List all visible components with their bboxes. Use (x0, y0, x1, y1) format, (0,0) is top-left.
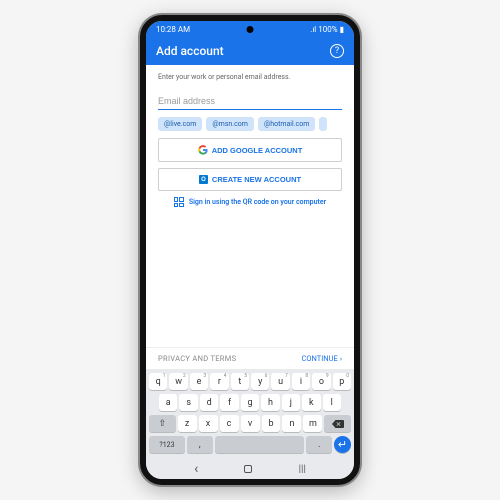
key-w[interactable]: w2 (169, 373, 187, 390)
shift-key[interactable]: ⇧ (149, 415, 176, 432)
keyboard-row-4: ?123 , . ↵ (149, 436, 351, 453)
key-y[interactable]: y6 (251, 373, 269, 390)
domain-chips: @live.com @msn.com @hotmail.com (158, 117, 342, 131)
status-time: 10:28 AM (156, 25, 190, 34)
key-h[interactable]: h (261, 394, 279, 411)
camera-hole (247, 26, 254, 33)
page-title: Add account (156, 44, 330, 58)
key-n[interactable]: n (282, 415, 301, 432)
key-r[interactable]: r4 (210, 373, 228, 390)
qr-icon (174, 197, 184, 207)
key-p[interactable]: p0 (333, 373, 351, 390)
key-a[interactable]: a (159, 394, 177, 411)
key-j[interactable]: j (282, 394, 300, 411)
nav-home[interactable] (244, 465, 252, 473)
keyboard-row-3: ⇧ zxcvbnm (149, 415, 351, 432)
key-l[interactable]: l (323, 394, 341, 411)
email-field[interactable] (158, 93, 342, 110)
key-k[interactable]: k (302, 394, 320, 411)
symbols-key[interactable]: ?123 (149, 436, 185, 453)
phone-frame: 10:28 AM .ıl 100% ▮ Add account ? Enter … (140, 15, 360, 485)
key-t[interactable]: t5 (231, 373, 249, 390)
key-f[interactable]: f (220, 394, 238, 411)
footer: PRIVACY AND TERMS CONTINUE › (146, 347, 354, 369)
space-key[interactable] (215, 436, 305, 453)
chip-live[interactable]: @live.com (158, 117, 202, 131)
google-icon (198, 145, 208, 155)
key-b[interactable]: b (262, 415, 281, 432)
keyboard-row-2: asdfghjkl (149, 394, 351, 411)
qr-text: Sign in using the QR code on your comput… (189, 198, 326, 206)
app-bar: Add account ? (146, 37, 354, 65)
create-new-account-button[interactable]: O CREATE NEW ACCOUNT (158, 168, 342, 191)
continue-button[interactable]: CONTINUE › (301, 354, 342, 363)
keyboard: q1w2e3r4t5y6u7i8o9p0 asdfghjkl ⇧ zxcvbnm… (146, 369, 354, 459)
nav-back[interactable]: ‹ (194, 461, 198, 477)
enter-key[interactable]: ↵ (334, 436, 351, 453)
key-x[interactable]: x (199, 415, 218, 432)
key-i[interactable]: i8 (292, 373, 310, 390)
status-right: .ıl 100% ▮ (310, 25, 344, 34)
key-s[interactable]: s (179, 394, 197, 411)
comma-key[interactable]: , (187, 436, 213, 453)
key-o[interactable]: o9 (312, 373, 330, 390)
key-g[interactable]: g (241, 394, 259, 411)
content-area: Enter your work or personal email addres… (146, 65, 354, 347)
key-q[interactable]: q1 (149, 373, 167, 390)
chip-msn[interactable]: @msn.com (206, 117, 254, 131)
key-v[interactable]: v (241, 415, 260, 432)
chip-more[interactable] (319, 117, 327, 131)
period-key[interactable]: . (306, 436, 332, 453)
key-u[interactable]: u7 (271, 373, 289, 390)
privacy-terms-link[interactable]: PRIVACY AND TERMS (158, 354, 236, 363)
help-icon[interactable]: ? (330, 44, 344, 58)
create-btn-label: CREATE NEW ACCOUNT (212, 175, 301, 184)
google-btn-label: ADD GOOGLE ACCOUNT (212, 146, 303, 155)
prompt-text: Enter your work or personal email addres… (158, 73, 342, 81)
outlook-icon: O (199, 175, 208, 184)
android-nav-bar: ‹ ||| (146, 459, 354, 479)
key-m[interactable]: m (303, 415, 322, 432)
signal-icon: .ıl 100% (310, 25, 337, 34)
key-d[interactable]: d (200, 394, 218, 411)
chevron-right-icon: › (340, 354, 342, 363)
chip-hotmail[interactable]: @hotmail.com (258, 117, 315, 131)
qr-signin-link[interactable]: Sign in using the QR code on your comput… (158, 197, 342, 207)
key-e[interactable]: e3 (190, 373, 208, 390)
add-google-account-button[interactable]: ADD GOOGLE ACCOUNT (158, 138, 342, 162)
nav-recent[interactable]: ||| (299, 464, 306, 475)
battery-icon: ▮ (340, 25, 344, 34)
key-z[interactable]: z (178, 415, 197, 432)
key-c[interactable]: c (220, 415, 239, 432)
backspace-key[interactable] (324, 415, 351, 432)
keyboard-row-1: q1w2e3r4t5y6u7i8o9p0 (149, 373, 351, 390)
